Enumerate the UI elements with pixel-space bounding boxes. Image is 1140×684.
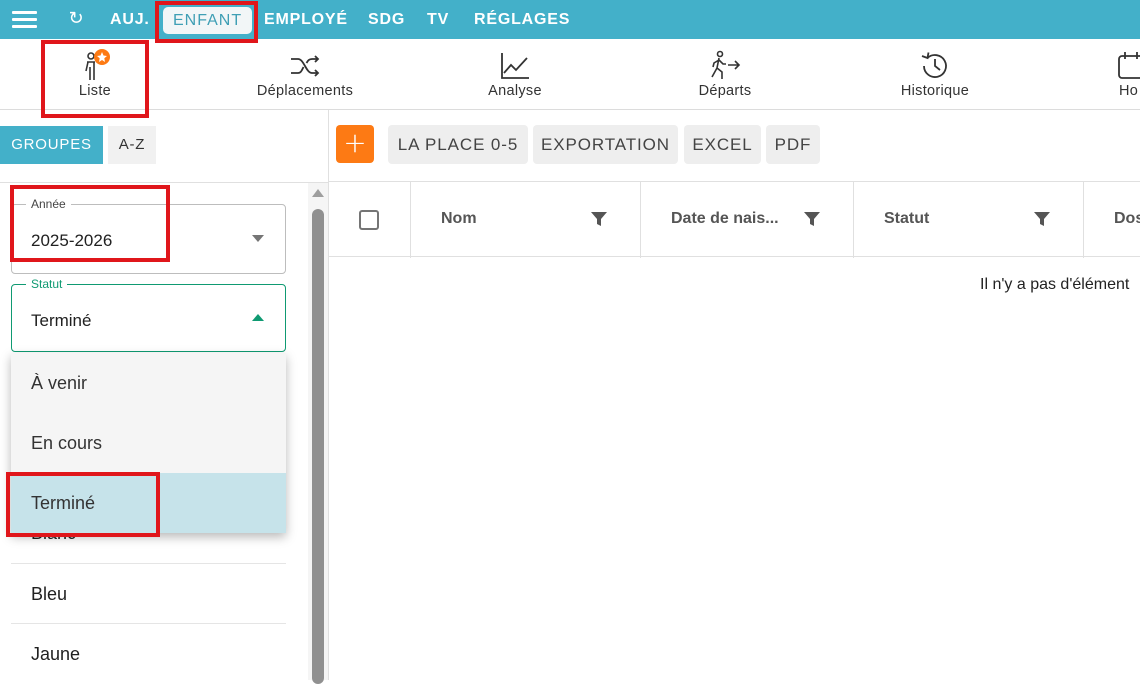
year-select-label: Année xyxy=(26,197,71,211)
column-header-nom[interactable]: Nom xyxy=(441,210,477,228)
subnav-liste[interactable]: Liste xyxy=(50,39,140,110)
subnav-departs-label: Départs xyxy=(698,83,752,99)
tab-groupes[interactable]: GROUPES xyxy=(0,126,103,164)
calendar-icon xyxy=(1118,52,1140,79)
subnav-analyse-label: Analyse xyxy=(488,83,542,99)
topnav-auj[interactable]: AUJ. xyxy=(110,0,150,39)
scroll-up-arrow-icon[interactable] xyxy=(312,189,324,197)
statut-dropdown-menu: À venir En cours Terminé xyxy=(11,353,286,533)
list-item[interactable]: Bleu xyxy=(11,563,286,623)
year-select[interactable]: Année 2025-2026 xyxy=(11,197,286,274)
topnav-reglages[interactable]: RÉGLAGES xyxy=(474,0,570,39)
hamburger-menu-icon[interactable] xyxy=(12,11,37,29)
subnav-horaire-label: Ho xyxy=(1119,83,1139,99)
scrollbar[interactable] xyxy=(308,183,328,684)
statut-select-value: Terminé xyxy=(31,311,92,330)
column-separator xyxy=(1083,182,1084,258)
subnav-analyse[interactable]: Analyse xyxy=(470,39,560,110)
list-item[interactable]: Jaune xyxy=(11,623,286,683)
shuffle-icon xyxy=(291,55,320,77)
option-termine[interactable]: Terminé xyxy=(11,473,286,533)
column-header-statut[interactable]: Statut xyxy=(884,210,929,228)
filter-icon[interactable] xyxy=(803,211,821,227)
subnav-horaire[interactable]: Ho xyxy=(1115,39,1140,110)
topnav-tv[interactable]: TV xyxy=(427,0,449,39)
excel-button[interactable]: EXCEL xyxy=(684,125,761,164)
subnav-departs[interactable]: Départs xyxy=(680,39,770,110)
walking-exit-icon xyxy=(711,50,741,79)
option-en-cours[interactable]: En cours xyxy=(11,413,286,473)
subnav-historique[interactable]: Historique xyxy=(890,39,980,110)
year-select-value: 2025-2026 xyxy=(31,231,113,250)
refresh-icon[interactable]: ↻ xyxy=(66,9,86,29)
line-chart-icon xyxy=(501,53,529,79)
filter-icon[interactable] xyxy=(590,211,608,227)
pdf-button[interactable]: PDF xyxy=(766,125,820,164)
child-star-icon xyxy=(85,49,110,80)
section-navigation: Liste Déplacements Analyse Départs Histo… xyxy=(0,39,1140,110)
scroll-thumb[interactable] xyxy=(312,209,324,684)
subnav-historique-label: Historique xyxy=(900,83,970,99)
subnav-liste-label: Liste xyxy=(78,83,112,99)
subnav-deplacements-label: Déplacements xyxy=(256,83,354,99)
filter-icon[interactable] xyxy=(1033,211,1051,227)
history-icon xyxy=(921,52,947,78)
table-header: Nom Date de nais... Statut Dos xyxy=(329,181,1140,258)
select-all-checkbox[interactable] xyxy=(359,210,379,230)
divider xyxy=(0,182,329,183)
statut-select-label: Statut xyxy=(26,277,68,291)
empty-table-message: Il n'y a pas d'élément xyxy=(980,276,1130,293)
topnav-enfant[interactable]: ENFANT xyxy=(163,7,253,34)
chevron-up-icon xyxy=(252,314,264,321)
chevron-down-icon xyxy=(252,235,264,242)
top-navigation-bar: ↻ AUJ. ENFANT EMPLOYÉ SDG TV RÉGLAGES xyxy=(0,0,1140,39)
topnav-sdg[interactable]: SDG xyxy=(368,0,405,39)
add-button[interactable]: + xyxy=(336,125,374,163)
la-place-button[interactable]: LA PLACE 0-5 xyxy=(388,125,528,164)
statut-select[interactable]: Statut Terminé xyxy=(11,277,286,352)
column-header-date-naissance[interactable]: Date de nais... xyxy=(671,210,779,228)
column-header-dossier[interactable]: Dos xyxy=(1114,210,1140,228)
column-separator xyxy=(410,182,411,258)
exportation-button[interactable]: EXPORTATION xyxy=(533,125,678,164)
option-a-venir[interactable]: À venir xyxy=(11,353,286,413)
column-separator xyxy=(640,182,641,258)
subnav-deplacements[interactable]: Déplacements xyxy=(245,39,365,110)
topnav-employe[interactable]: EMPLOYÉ xyxy=(264,0,348,39)
column-separator xyxy=(853,182,854,258)
tab-a-z[interactable]: A-Z xyxy=(108,126,156,164)
